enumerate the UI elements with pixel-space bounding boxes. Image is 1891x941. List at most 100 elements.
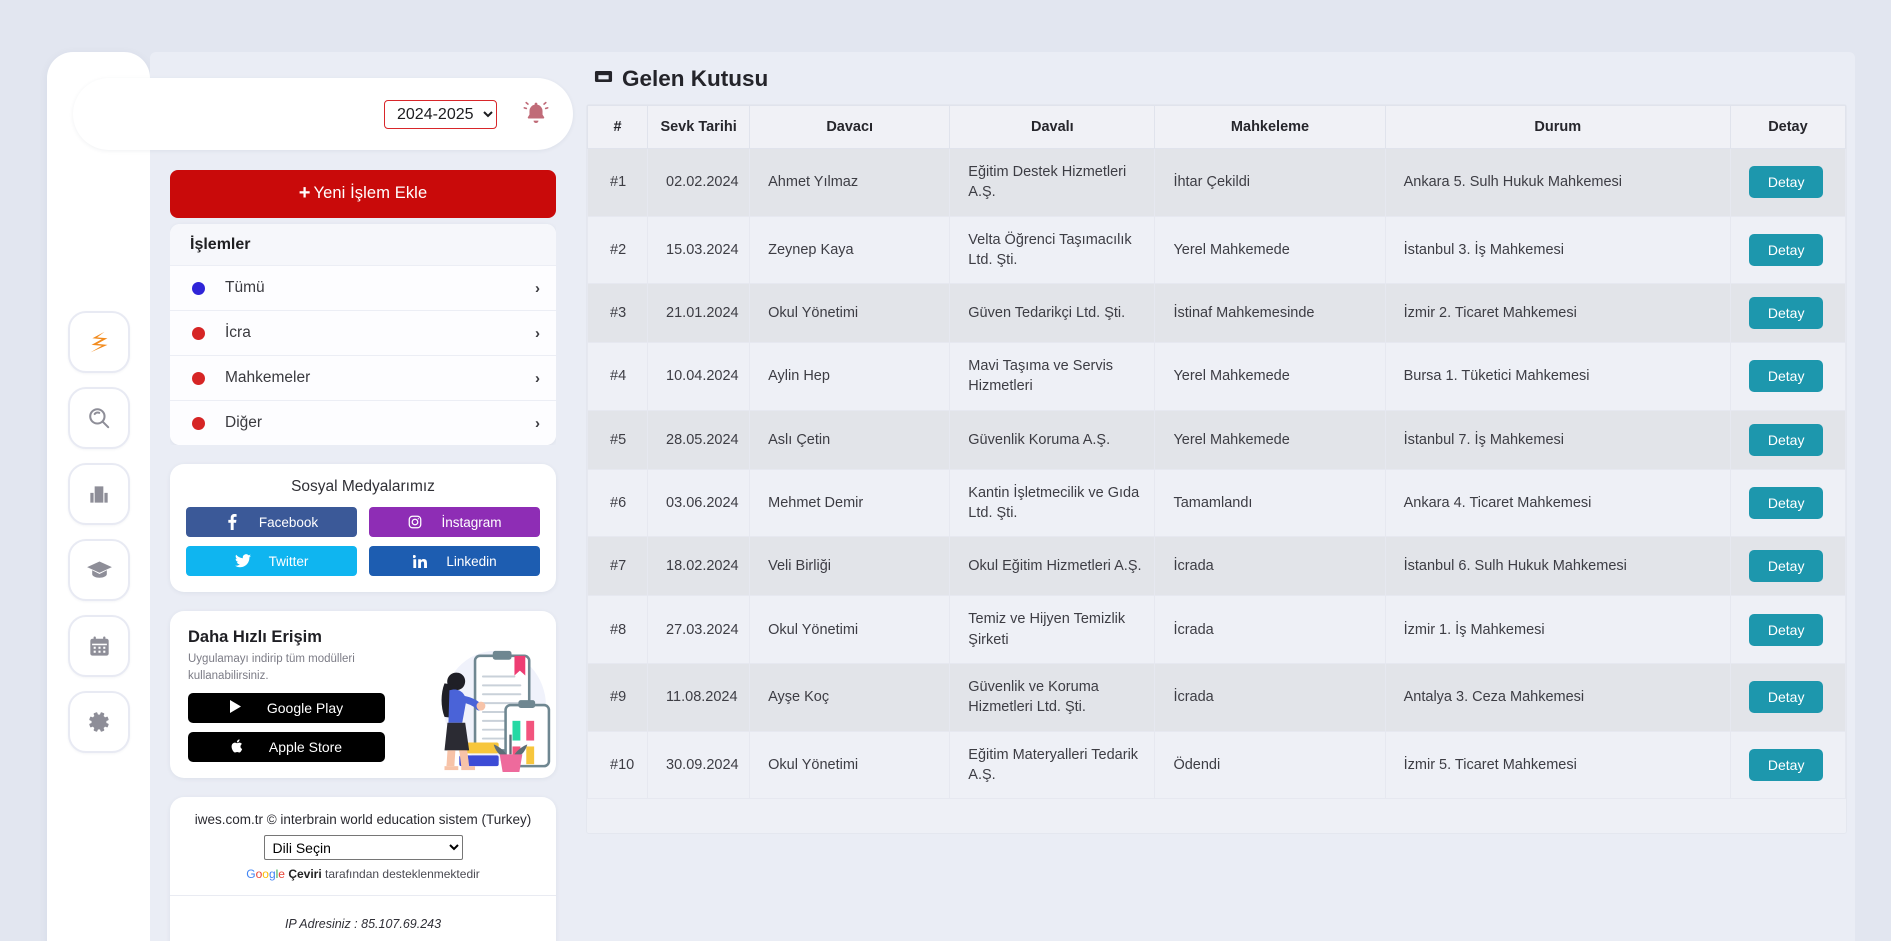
rail-item-education[interactable] <box>68 539 130 601</box>
cell-date: 03.06.2024 <box>647 468 751 538</box>
column-header-status[interactable]: Durum <box>1384 105 1731 149</box>
table-row: #4 10.04.2024 Aylin Hep Mavi Taşıma ve Serv… <box>586 342 1847 411</box>
cell-defendant: Velta Öğrenci Taşımacılık Ltd. Şti. <box>949 215 1156 285</box>
cell-plaintiff: Okul Yönetimi <box>749 283 951 344</box>
app-card-subtitle: Uygulamayı indirip tüm modülleri kullana… <box>188 653 355 682</box>
language-select[interactable]: Dili SeçinTürkçeEnglish <box>263 835 463 861</box>
cell-stage: Ödendi <box>1154 730 1386 800</box>
gear-icon <box>86 709 112 735</box>
column-header-detail[interactable]: Detay <box>1729 105 1847 149</box>
table-row: #3 21.01.2024 Okul Yönetimi Güven Tedarikçi… <box>586 283 1847 344</box>
google-play-button[interactable]: Google Play <box>188 693 385 724</box>
cell-status: İstanbul 3. İş Mahkemesi <box>1384 215 1731 285</box>
cell-plaintiff: Aylin Hep <box>749 342 951 411</box>
detail-button[interactable]: Detay <box>1748 297 1824 330</box>
column-header-plaintiff[interactable]: Davacı <box>749 105 951 149</box>
inbox-table: # Sevk Tarihi Davacı Davalı Mahkeleme Du… <box>586 105 1847 800</box>
linkedin-button[interactable]: Linkedin <box>369 546 540 576</box>
table-row: #8 27.03.2024 Okul Yönetimi Temiz ve Hijyen… <box>586 595 1847 664</box>
cell-index: #8 <box>586 595 649 664</box>
detail-button[interactable]: Detay <box>1748 166 1824 199</box>
page-title: Gelen Kutusu <box>576 52 1855 104</box>
cell-index: #2 <box>586 215 649 285</box>
facebook-icon <box>225 514 241 530</box>
detail-button[interactable]: Detay <box>1748 613 1824 646</box>
detail-button[interactable]: Detay <box>1748 360 1824 393</box>
detail-button[interactable]: Detay <box>1748 233 1824 266</box>
cell-index: #10 <box>586 730 649 800</box>
add-new-operation-button[interactable]: + Yeni İşlem Ekle <box>170 170 556 218</box>
rail-item-calendar[interactable] <box>68 615 130 677</box>
cell-status: Ankara 5. Sulh Hukuk Mahkemesi <box>1384 148 1731 217</box>
social-media-title: Sosyal Medyalarımız <box>291 478 435 495</box>
table-row: #2 15.03.2024 Zeynep Kaya Velta Öğrenci Taş… <box>586 215 1847 285</box>
facebook-button[interactable]: Facebook <box>186 507 357 537</box>
chevron-right-icon: › <box>535 324 540 342</box>
cell-index: #5 <box>586 409 649 470</box>
cell-status: İzmir 2. Ticaret Mahkemesi <box>1384 283 1731 344</box>
cell-detail: Detay <box>1729 342 1847 411</box>
icon-rail <box>68 311 130 753</box>
detail-button[interactable]: Detay <box>1748 423 1824 456</box>
table-header-row: # Sevk Tarihi Davacı Davalı Mahkeleme Du… <box>586 105 1847 149</box>
cell-stage: Tamamlandı <box>1154 468 1386 538</box>
column-header-date[interactable]: Sevk Tarihi <box>647 105 751 149</box>
cell-index: #4 <box>586 342 649 411</box>
operations-menu-header: İşlemler <box>170 224 556 266</box>
copyright-text: iwes.com.tr © interbrain world education… <box>194 812 532 828</box>
google-translate-attribution: Google Çeviri tarafından desteklenmekted… <box>180 867 546 881</box>
menu-item-diger[interactable]: Diğer › <box>170 401 556 445</box>
cell-detail: Detay <box>1729 536 1847 597</box>
table-row: #5 28.05.2024 Aslı Çetin Güvenlik Koruma A.… <box>586 409 1847 470</box>
rail-item-institution[interactable] <box>68 463 130 525</box>
cell-plaintiff: Ahmet Yılmaz <box>749 148 951 217</box>
cell-detail: Detay <box>1729 283 1847 344</box>
cell-index: #6 <box>586 468 649 538</box>
cell-date: 18.02.2024 <box>647 536 751 597</box>
page-title-text: Gelen Kutusu <box>622 66 769 91</box>
academic-year-select[interactable]: 2024-20252023-20242022-2023 <box>384 99 497 129</box>
detail-button[interactable]: Detay <box>1748 550 1824 583</box>
footer-card: iwes.com.tr © interbrain world education… <box>170 797 556 941</box>
linkedin-label: Linkedin <box>446 553 497 569</box>
cell-stage: İcrada <box>1154 595 1386 664</box>
cell-defendant: Eğitim Materyalleri Tedarik A.Ş. <box>949 730 1156 800</box>
column-header-index[interactable]: # <box>586 105 649 149</box>
cell-date: 27.03.2024 <box>647 595 751 664</box>
instagram-button[interactable]: İnstagram <box>369 507 540 537</box>
cell-stage: Yerel Mahkemede <box>1154 215 1386 285</box>
calendar-icon <box>87 634 112 659</box>
detail-button[interactable]: Detay <box>1748 748 1824 781</box>
notifications-button[interactable] <box>515 93 557 135</box>
cell-stage: İstinaf Mahkemesinde <box>1154 283 1386 344</box>
cell-defendant: Mavi Taşıma ve Servis Hizmetleri <box>949 342 1156 411</box>
column-header-stage[interactable]: Mahkeleme <box>1154 105 1386 149</box>
apple-store-label: Apple Store <box>268 739 343 756</box>
cell-date: 11.08.2024 <box>647 662 751 732</box>
table-row: #7 18.02.2024 Veli Birliği Okul Eğitim Hizm… <box>586 536 1847 597</box>
cell-stage: İcrada <box>1154 536 1386 597</box>
cell-defendant: Güvenlik ve Koruma Hizmetleri Ltd. Şti. <box>949 662 1156 732</box>
instagram-icon <box>407 515 423 529</box>
rail-item-settings[interactable] <box>68 691 130 753</box>
detail-button[interactable]: Detay <box>1748 681 1824 714</box>
column-header-defendant[interactable]: Davalı <box>949 105 1156 149</box>
menu-item-label: İcra <box>225 324 251 341</box>
menu-item-icra[interactable]: İcra › <box>170 311 556 356</box>
rail-item-search[interactable] <box>68 387 130 449</box>
operations-menu-list: İşlemler Tümü › İcra › Mahkemeler › Diğe… <box>170 224 556 445</box>
table-row: #1 02.02.2024 Ahmet Yılmaz Eğitim Destek Hi… <box>586 148 1847 217</box>
apple-store-button[interactable]: Apple Store <box>188 732 385 763</box>
menu-item-mahkemeler[interactable]: Mahkemeler › <box>170 356 556 401</box>
detail-button[interactable]: Detay <box>1748 487 1824 520</box>
rail-item-logo[interactable] <box>68 311 130 373</box>
social-media-card: Sosyal Medyalarımız Facebook İnstagram T… <box>170 464 556 592</box>
cell-plaintiff: Aslı Çetin <box>749 409 951 470</box>
cell-detail: Detay <box>1729 662 1847 732</box>
table-header: # Sevk Tarihi Davacı Davalı Mahkeleme Du… <box>586 105 1847 149</box>
twitter-button[interactable]: Twitter <box>186 546 357 576</box>
menu-item-tumu[interactable]: Tümü › <box>170 266 556 311</box>
linkedin-icon <box>412 554 428 568</box>
facebook-label: Facebook <box>258 514 319 530</box>
cell-status: İzmir 5. Ticaret Mahkemesi <box>1384 730 1731 800</box>
